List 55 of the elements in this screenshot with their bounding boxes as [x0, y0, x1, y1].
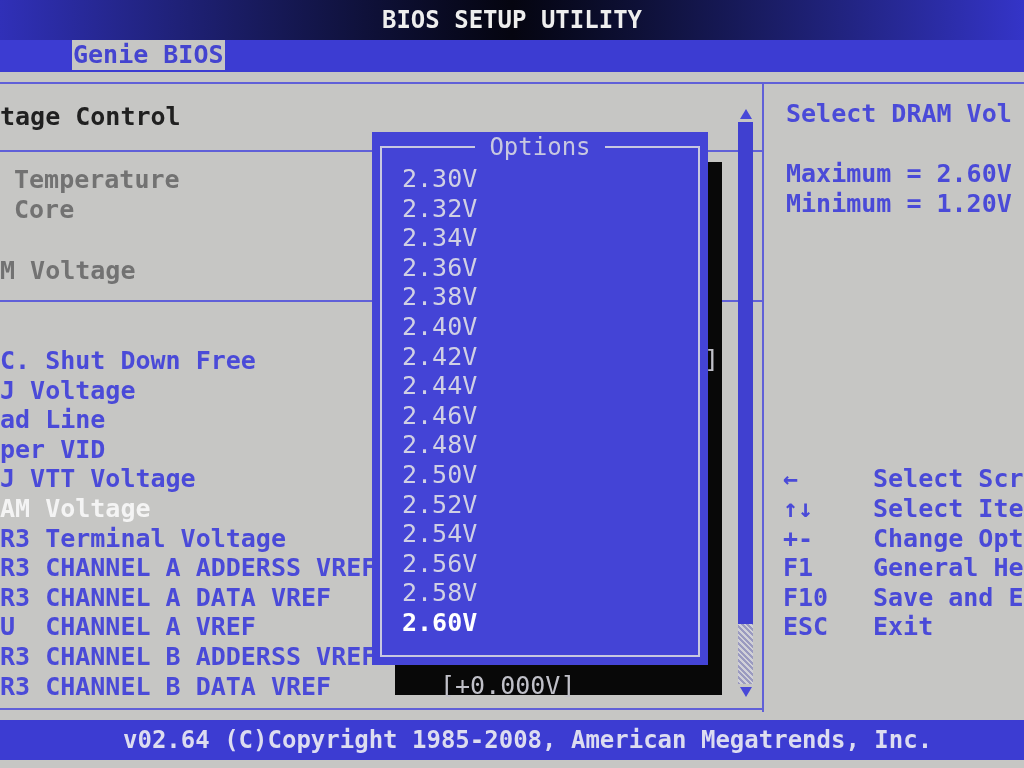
- menu-item[interactable]: per VID: [0, 434, 106, 465]
- setting-value: [+0.000V]: [440, 670, 576, 701]
- option-item[interactable]: 2.38V: [402, 282, 478, 312]
- scroll-thumb[interactable]: [738, 624, 753, 684]
- help-title: Select DRAM Vol: [786, 99, 1013, 129]
- tab[interactable]: Genie BIOS: [72, 40, 225, 70]
- window-title: BIOS SETUP UTILITY: [381, 5, 643, 35]
- section-title: tage Control: [0, 102, 181, 132]
- menu-item[interactable]: ad Line: [0, 405, 106, 435]
- option-item[interactable]: 2.50V: [402, 459, 478, 490]
- status-label: Core: [14, 195, 75, 224]
- status-label: M Voltage: [0, 256, 136, 285]
- key-action: Exit: [873, 612, 934, 642]
- key-action: Change Opt: [873, 523, 1024, 554]
- footer-text: v02.64 (C)Copyright 1985-2008, American Megatrends, Inc.: [123, 725, 933, 755]
- menu-item[interactable]: R3 Terminal Voltage: [0, 523, 286, 554]
- key-label: F10: [783, 582, 830, 613]
- key-label: F1: [783, 553, 815, 583]
- scrollbar[interactable]: [737, 108, 754, 698]
- scroll-down-icon[interactable]: [738, 686, 753, 698]
- option-item[interactable]: 2.36V: [402, 252, 478, 283]
- setting-value: ]: [704, 345, 720, 375]
- option-item[interactable]: 2.58V: [402, 578, 478, 608]
- help-text: Maximum = 2.60V: [786, 159, 1013, 189]
- key-action: General He: [873, 553, 1024, 583]
- option-item[interactable]: 2.40V: [402, 311, 478, 342]
- key-action: Select Ite: [873, 494, 1024, 524]
- menu-item[interactable]: J Voltage: [0, 375, 136, 406]
- option-item[interactable]: 2.34V: [402, 223, 478, 253]
- menu-item[interactable]: C. Shut Down Free: [0, 346, 256, 376]
- option-item[interactable]: 2.30V: [402, 164, 478, 194]
- key-action: Select Scr: [873, 464, 1024, 495]
- menu-item[interactable]: J VTT Voltage: [0, 464, 196, 494]
- help-text: Minimum = 1.20V: [786, 189, 1013, 219]
- key-label: ESC: [783, 612, 830, 642]
- key-label: +-: [783, 523, 815, 554]
- key-action: Save and E: [873, 582, 1024, 613]
- menu-item[interactable]: R3 CHANNEL A DATA VREF: [0, 582, 332, 613]
- option-item[interactable]: 2.32V: [402, 193, 478, 224]
- option-item[interactable]: 2.54V: [402, 519, 478, 549]
- menu-item[interactable]: R3 CHANNEL A ADDERSS VREF: [0, 553, 377, 583]
- menu-item[interactable]: R3 CHANNEL B DATA VREF: [0, 671, 332, 702]
- option-item[interactable]: 2.46V: [402, 400, 478, 431]
- key-label: ←: [783, 464, 800, 495]
- option-item[interactable]: 2.52V: [402, 489, 478, 520]
- menu-item[interactable]: U CHANNEL A VREF: [0, 612, 256, 642]
- option-item[interactable]: 2.60V: [402, 607, 478, 638]
- key-label: ↑↓: [783, 494, 815, 524]
- option-item[interactable]: 2.44V: [402, 371, 478, 401]
- option-item[interactable]: 2.48V: [402, 430, 478, 460]
- menu-item[interactable]: R3 CHANNEL B ADDERSS VREF: [0, 641, 377, 672]
- option-item[interactable]: 2.42V: [402, 341, 478, 372]
- option-item[interactable]: 2.56V: [402, 548, 478, 579]
- scroll-up-icon[interactable]: [738, 108, 753, 120]
- status-label: Temperature: [14, 165, 180, 194]
